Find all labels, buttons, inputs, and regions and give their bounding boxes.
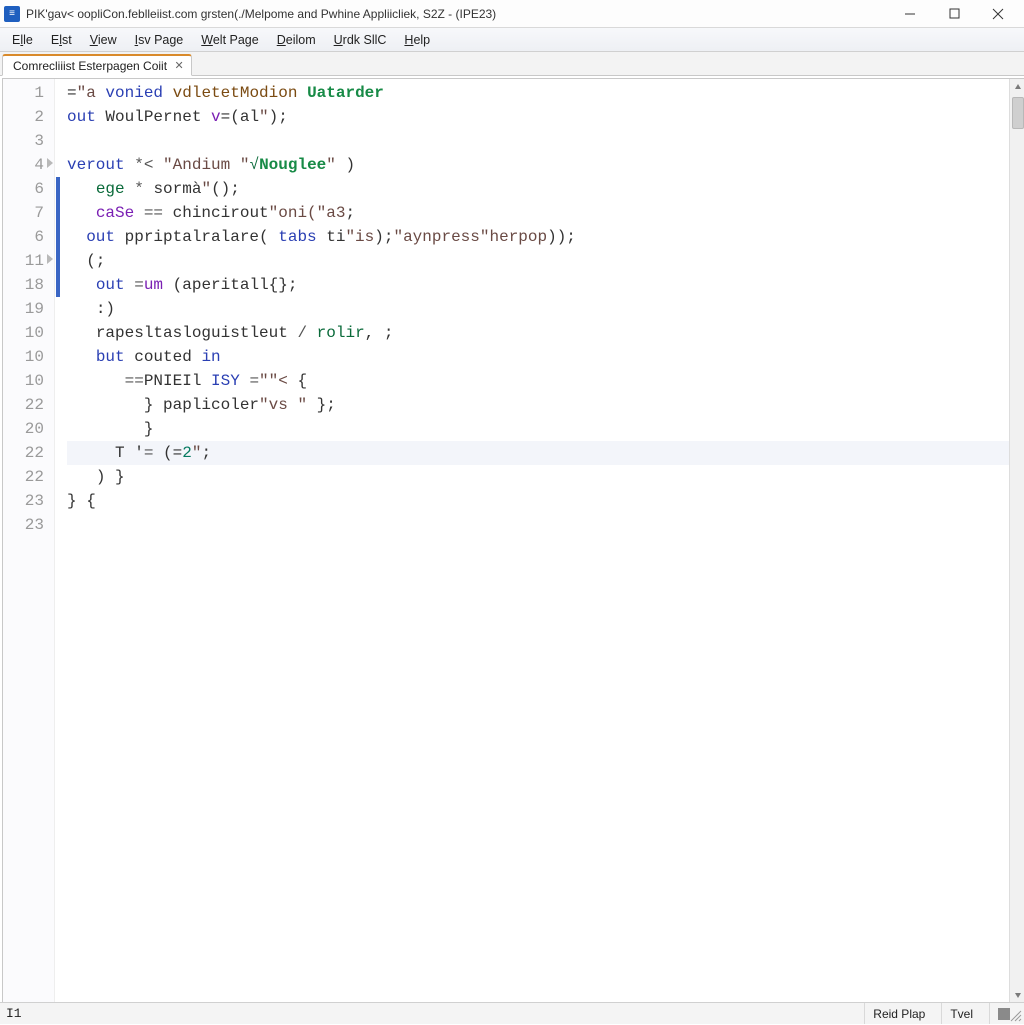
code-line[interactable]: [67, 129, 1024, 153]
line-number: 2: [3, 105, 44, 129]
line-number: 19: [3, 297, 44, 321]
chevron-down-icon: [1014, 991, 1022, 999]
code-line[interactable]: out WoulPernet v=(al");: [67, 105, 1024, 129]
minimize-icon: [904, 8, 916, 20]
status-left: I1: [6, 1006, 22, 1021]
code-line[interactable]: out ppriptalralare( tabs ti"is);"aynpres…: [67, 225, 1024, 249]
tab-label: Comrecliiist Esterpagen Coiit: [13, 59, 167, 73]
code-line[interactable]: out =um (aperitall{};: [67, 273, 1024, 297]
tab-document[interactable]: Comrecliiist Esterpagen Coiit ✕: [2, 54, 192, 76]
status-cell-1[interactable]: Reid Plap: [864, 1003, 933, 1024]
code-line[interactable]: } {: [67, 489, 1024, 513]
maximize-icon: [949, 8, 960, 19]
code-line[interactable]: rapesltasloguistleut / rolir, ;: [67, 321, 1024, 345]
resize-grip-icon: [1008, 1008, 1022, 1022]
line-number: 22: [3, 393, 44, 417]
close-icon: [992, 8, 1004, 20]
code-line[interactable]: but couted in: [67, 345, 1024, 369]
vertical-scrollbar[interactable]: [1009, 79, 1024, 1003]
code-line[interactable]: verout *< "Andium "√Nouglee" ): [67, 153, 1024, 177]
scroll-up-button[interactable]: [1010, 79, 1024, 95]
code-line[interactable]: } paplicoler"vs " };: [67, 393, 1024, 417]
line-number: 10: [3, 345, 44, 369]
menu-item-3[interactable]: Isv Page: [127, 31, 192, 49]
code-content[interactable]: ="a vonied vdletetModion Uatarderout Wou…: [55, 79, 1024, 1003]
fold-marker-icon[interactable]: [47, 254, 53, 264]
close-button[interactable]: [976, 0, 1020, 28]
code-line[interactable]: ==PNIEIl ISY =""< {: [67, 369, 1024, 393]
code-line[interactable]: ="a vonied vdletetModion Uatarder: [67, 81, 1024, 105]
menu-item-2[interactable]: View: [82, 31, 125, 49]
status-cell-2[interactable]: Tvel: [941, 1003, 981, 1024]
menu-item-5[interactable]: Deilom: [269, 31, 324, 49]
fold-marker-icon[interactable]: [47, 158, 53, 168]
line-number: 7: [3, 201, 44, 225]
chevron-up-icon: [1014, 83, 1022, 91]
scroll-down-button[interactable]: [1010, 987, 1024, 1003]
resize-grip[interactable]: [1008, 1008, 1022, 1022]
editor-area: 1234676111819101010222022222323 ="a voni…: [2, 78, 1024, 1004]
menu-bar: ElleElstViewIsv PageWelt PageDeilomUrdk …: [0, 28, 1024, 52]
line-number: 3: [3, 129, 44, 153]
line-number: 11: [3, 249, 44, 273]
code-line[interactable]: ege * sormà"();: [67, 177, 1024, 201]
code-line[interactable]: ) }: [67, 465, 1024, 489]
app-icon: ≡: [4, 6, 20, 22]
close-icon: ✕: [174, 59, 183, 72]
code-line[interactable]: :): [67, 297, 1024, 321]
code-line[interactable]: }: [67, 417, 1024, 441]
line-number: 4: [3, 153, 44, 177]
menu-item-4[interactable]: Welt Page: [193, 31, 266, 49]
tab-close-button[interactable]: ✕: [173, 60, 185, 72]
line-number-gutter: 1234676111819101010222022222323: [3, 79, 55, 1003]
scroll-thumb[interactable]: [1012, 97, 1024, 129]
code-line[interactable]: caSe == chincirout"oni("a3;: [67, 201, 1024, 225]
tab-strip: Comrecliiist Esterpagen Coiit ✕: [0, 52, 1024, 76]
menu-item-0[interactable]: Elle: [4, 31, 41, 49]
line-number: 10: [3, 321, 44, 345]
line-number: 18: [3, 273, 44, 297]
line-number: 6: [3, 177, 44, 201]
window-title: PIK'gav< oopliCon.feblleiist.com grsten(…: [26, 7, 888, 21]
line-number: 23: [3, 489, 44, 513]
line-number: 22: [3, 465, 44, 489]
code-line[interactable]: T '= (=2";: [67, 441, 1024, 465]
code-line[interactable]: (;: [67, 249, 1024, 273]
line-number: 10: [3, 369, 44, 393]
title-bar: ≡ PIK'gav< oopliCon.feblleiist.com grste…: [0, 0, 1024, 28]
maximize-button[interactable]: [932, 0, 976, 28]
code-line[interactable]: [67, 513, 1024, 537]
menu-item-6[interactable]: Urdk SllC: [326, 31, 395, 49]
minimize-button[interactable]: [888, 0, 932, 28]
line-number: 23: [3, 513, 44, 537]
menu-item-1[interactable]: Elst: [43, 31, 80, 49]
code-editor[interactable]: 1234676111819101010222022222323 ="a voni…: [3, 79, 1024, 1003]
line-number: 1: [3, 81, 44, 105]
line-number: 22: [3, 441, 44, 465]
status-bar: I1 Reid Plap Tvel: [0, 1002, 1024, 1024]
menu-item-7[interactable]: Help: [396, 31, 438, 49]
line-number: 6: [3, 225, 44, 249]
line-number: 20: [3, 417, 44, 441]
window-controls: [888, 0, 1020, 28]
